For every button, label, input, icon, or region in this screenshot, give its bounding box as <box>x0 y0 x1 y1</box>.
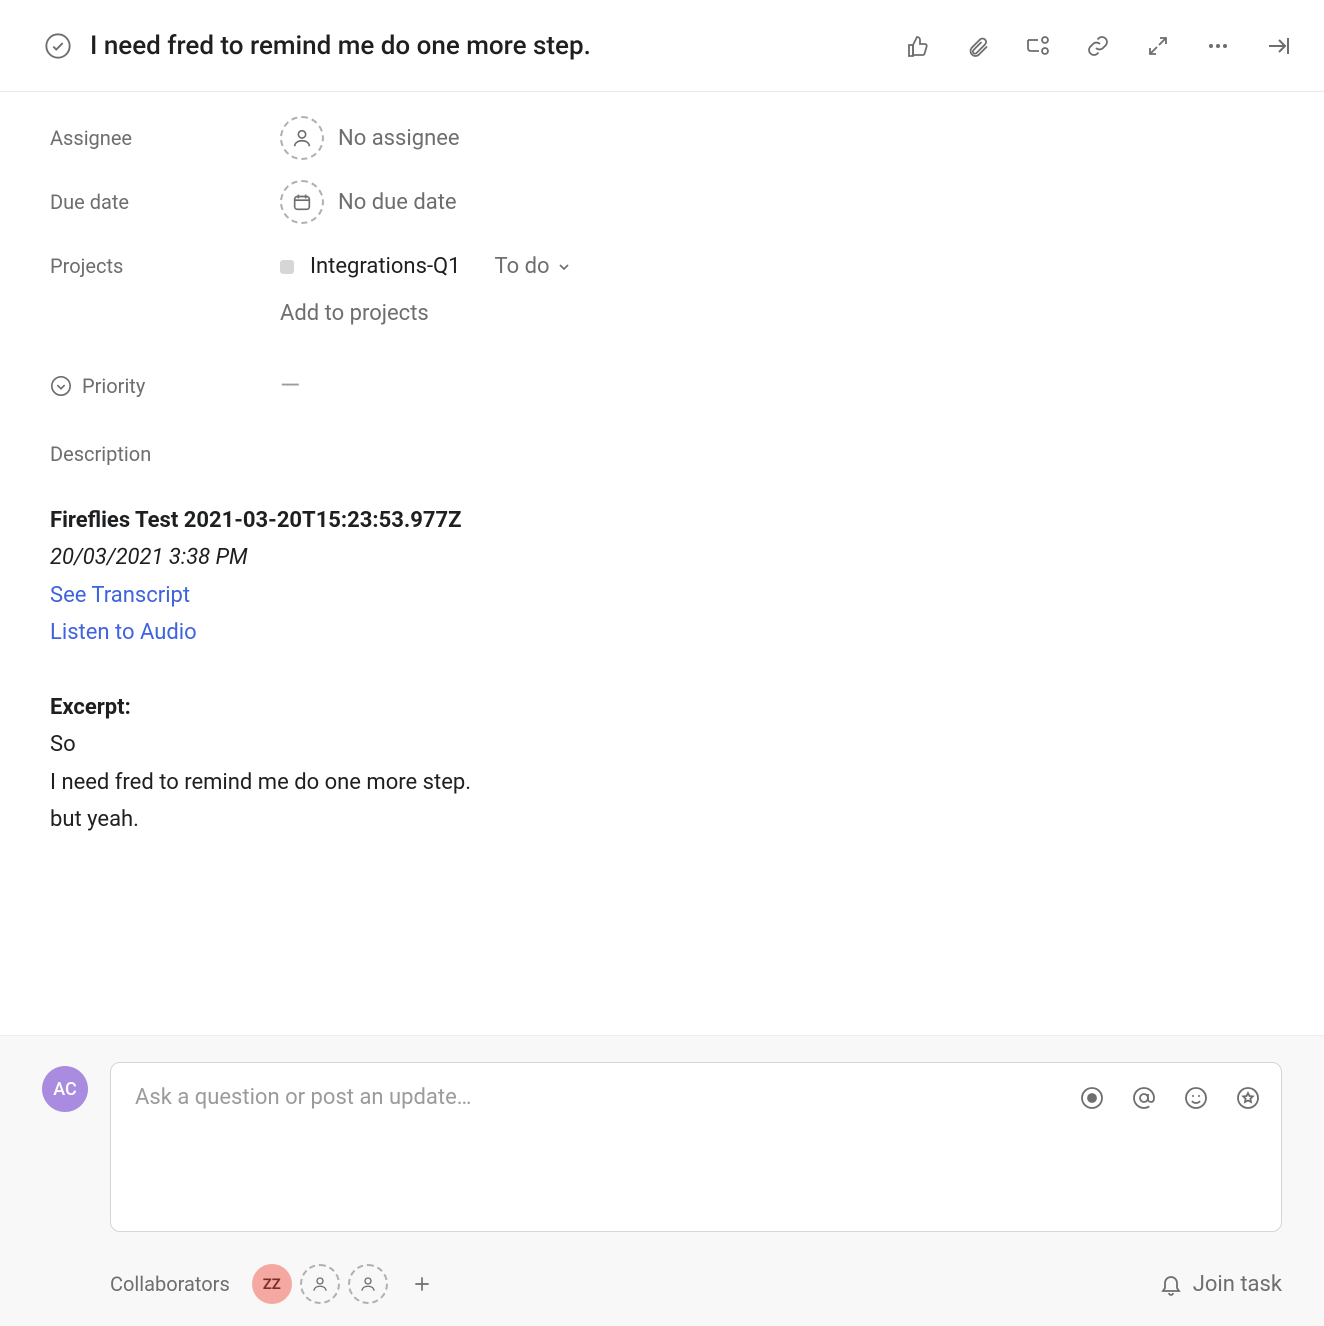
header-actions <box>904 32 1292 60</box>
due-value[interactable]: No due date <box>280 180 457 224</box>
priority-label: Priority <box>50 374 280 398</box>
collaborator-avatars: ZZ <box>252 1264 438 1304</box>
priority-label-text: Priority <box>82 374 145 398</box>
calendar-icon <box>280 180 324 224</box>
description-body[interactable]: Fireflies Test 2021-03-20T15:23:53.977Z … <box>50 502 1276 839</box>
join-task-button[interactable]: Join task <box>1159 1272 1282 1297</box>
more-icon[interactable] <box>1204 32 1232 60</box>
chevron-down-icon <box>556 259 572 275</box>
subtask-icon[interactable] <box>1024 32 1052 60</box>
excerpt-line-3: but yeah. <box>50 801 1276 838</box>
assignee-row: Assignee No assignee <box>50 106 1276 170</box>
collaborator-placeholder-2[interactable] <box>348 1264 388 1304</box>
task-header: I need fred to remind me do one more ste… <box>0 0 1324 92</box>
project-color-dot <box>280 260 294 274</box>
projects-row: Projects Integrations-Q1 To do Add to pr… <box>50 234 1276 346</box>
bell-icon <box>1159 1272 1183 1296</box>
priority-value[interactable]: — <box>280 371 300 401</box>
transcript-link[interactable]: See Transcript <box>50 583 190 608</box>
footer-region: AC <box>0 1035 1324 1326</box>
mention-icon[interactable] <box>1131 1085 1157 1111</box>
desc-title: Fireflies Test 2021-03-20T15:23:53.977Z <box>50 502 1276 539</box>
close-panel-icon[interactable] <box>1264 32 1292 60</box>
current-user-avatar[interactable]: AC <box>42 1066 88 1112</box>
task-title[interactable]: I need fred to remind me do one more ste… <box>90 31 591 61</box>
person-icon <box>280 116 324 160</box>
project-name[interactable]: Integrations-Q1 <box>310 254 461 279</box>
like-icon[interactable] <box>904 32 932 60</box>
complete-check-icon[interactable] <box>44 32 72 60</box>
priority-dash: — <box>280 371 300 401</box>
desc-date: 20/03/2021 3:38 PM <box>50 539 1276 576</box>
emoji-icon[interactable] <box>1183 1085 1209 1111</box>
collaborators-left: Collaborators ZZ <box>110 1264 438 1304</box>
collaborator-placeholder-1[interactable] <box>300 1264 340 1304</box>
title-wrap: I need fred to remind me do one more ste… <box>44 31 888 61</box>
due-row: Due date No due date <box>50 170 1276 234</box>
description-label: Description <box>50 442 1276 466</box>
project-status-dropdown[interactable]: To do <box>495 254 572 279</box>
attachment-icon[interactable] <box>964 32 992 60</box>
projects-label: Projects <box>50 248 280 278</box>
assignee-value[interactable]: No assignee <box>280 116 460 160</box>
project-status-label: To do <box>495 254 550 279</box>
expand-icon[interactable] <box>1144 32 1172 60</box>
join-task-label: Join task <box>1193 1272 1282 1297</box>
audio-link[interactable]: Listen to Audio <box>50 620 197 645</box>
add-to-projects-button[interactable]: Add to projects <box>280 301 429 326</box>
comment-tools <box>1079 1085 1261 1111</box>
add-collaborator-button[interactable] <box>406 1268 438 1300</box>
project-item: Integrations-Q1 To do <box>280 254 572 279</box>
excerpt-line-2: I need fred to remind me do one more ste… <box>50 764 1276 801</box>
task-body: Assignee No assignee Due date No due dat… <box>0 92 1324 1034</box>
assignee-label: Assignee <box>50 126 280 150</box>
assignee-text: No assignee <box>338 126 460 151</box>
collaborators-row: Collaborators ZZ Join task <box>42 1264 1282 1304</box>
due-label: Due date <box>50 190 280 214</box>
projects-value: Integrations-Q1 To do Add to projects <box>280 248 572 346</box>
collaborators-label: Collaborators <box>110 1272 230 1296</box>
chevron-circle-icon <box>50 375 72 397</box>
due-text: No due date <box>338 190 457 215</box>
collaborator-avatar-1[interactable]: ZZ <box>252 1264 292 1304</box>
priority-row: Priority — <box>50 354 1276 418</box>
comment-box[interactable] <box>110 1062 1282 1232</box>
star-icon[interactable] <box>1235 1085 1261 1111</box>
record-icon[interactable] <box>1079 1085 1105 1111</box>
comment-row: AC <box>42 1062 1282 1232</box>
excerpt-line-1: So <box>50 726 1276 763</box>
copy-link-icon[interactable] <box>1084 32 1112 60</box>
excerpt-label: Excerpt: <box>50 689 1276 726</box>
